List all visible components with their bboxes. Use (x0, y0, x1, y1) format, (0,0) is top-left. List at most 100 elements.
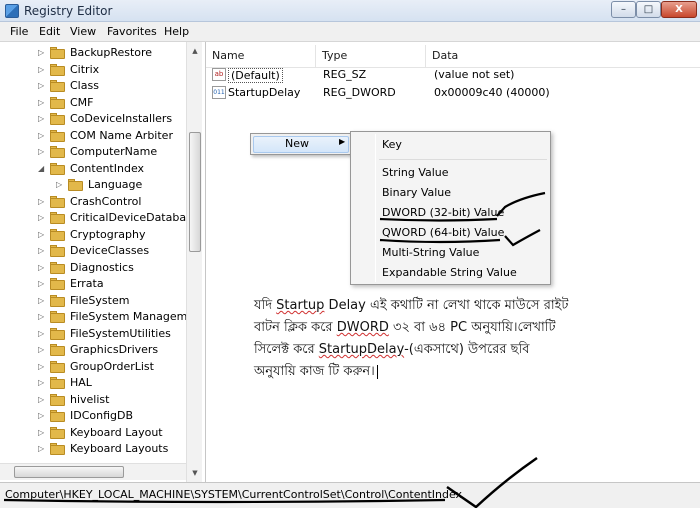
close-button[interactable]: X (661, 1, 697, 18)
tree-item[interactable]: ▷ FileSystem Managemen (0, 309, 201, 325)
tree-item[interactable]: ▷ GroupOrderList (0, 359, 186, 375)
menu-view[interactable]: View (70, 25, 96, 38)
folder-icon (50, 344, 66, 356)
submenu-binary-value[interactable]: Binary Value (382, 186, 451, 199)
tree-item[interactable]: ▷ COM Name Arbiter (0, 128, 186, 144)
collapsed-arrow-icon[interactable]: ▷ (38, 326, 48, 342)
scroll-down-icon[interactable]: ▼ (189, 466, 201, 480)
collapsed-arrow-icon[interactable]: ▷ (38, 408, 48, 424)
tree-item-label: Errata (70, 277, 104, 290)
collapsed-arrow-icon[interactable]: ▷ (38, 425, 48, 441)
folder-icon (50, 377, 66, 389)
collapsed-arrow-icon[interactable]: ▷ (38, 111, 48, 127)
collapsed-arrow-icon[interactable]: ▷ (38, 128, 48, 144)
tree-item-label: DeviceClasses (70, 244, 150, 257)
tree-scroll-thumb[interactable] (189, 132, 201, 252)
menu-help[interactable]: Help (164, 25, 189, 38)
tree-item[interactable]: ◢ ContentIndex (0, 161, 186, 177)
value-row-startupdelay[interactable]: 011 StartupDelay REG_DWORD 0x00009c40 (4… (206, 84, 700, 102)
tree-item[interactable]: ▷ CrashControl (0, 194, 186, 210)
tree-item[interactable]: ▷ Keyboard Layouts (0, 441, 186, 457)
minimize-button[interactable]: – (611, 1, 636, 18)
collapsed-arrow-icon[interactable]: ▷ (38, 95, 48, 111)
submenu-expandable-string-value[interactable]: Expandable String Value (382, 266, 517, 279)
folder-icon (50, 294, 66, 307)
tree-item-label: CrashControl (70, 194, 142, 208)
menu-file[interactable]: File (10, 25, 28, 38)
collapsed-arrow-icon[interactable]: ▷ (38, 276, 48, 292)
menu-separator (379, 159, 547, 160)
collapsed-arrow-icon[interactable]: ▷ (38, 441, 48, 457)
collapsed-arrow-icon[interactable]: ▷ (38, 210, 48, 226)
tree-item[interactable]: ▷ Errata (0, 276, 186, 292)
collapsed-arrow-icon[interactable]: ▷ (38, 227, 48, 243)
tree-item[interactable]: ▷ Keyboard Layout (0, 425, 186, 441)
tree-item-label: BackupRestore (70, 46, 153, 59)
tree-horizontal-scrollbar[interactable] (0, 463, 186, 480)
tree-item[interactable]: ▷ Citrix (0, 62, 186, 78)
submenu-multi-string-value[interactable]: Multi-String Value (382, 246, 479, 259)
tree-item[interactable]: ▷ DeviceClasses (0, 243, 186, 259)
tree-item[interactable]: ▷ Class (0, 78, 186, 94)
column-name[interactable]: Name (206, 45, 316, 67)
title-bar: Registry Editor – □ X (0, 0, 700, 22)
tree-hscroll-thumb[interactable] (14, 466, 124, 478)
submenu-qword-value[interactable]: QWORD (64-bit) Value (382, 226, 504, 239)
folder-icon (50, 63, 66, 76)
tree-item[interactable]: ▷ HAL (0, 375, 186, 391)
column-type[interactable]: Type (316, 45, 426, 67)
tree-item-label: Keyboard Layout (70, 425, 163, 439)
folder-icon (50, 80, 66, 92)
annotation-fragment: বাটন ক্লিক করে (254, 320, 337, 335)
tree-item[interactable]: ▷ BackupRestore (0, 45, 186, 61)
collapsed-arrow-icon[interactable]: ▷ (38, 293, 48, 309)
collapsed-arrow-icon[interactable]: ▷ (38, 375, 48, 391)
submenu-dword-value[interactable]: DWORD (32-bit) Value (382, 206, 504, 219)
tree-item[interactable]: ▷ hivelist (0, 392, 186, 408)
collapsed-arrow-icon[interactable]: ▷ (38, 392, 48, 408)
menu-bar: File Edit View Favorites Help (0, 22, 700, 42)
menu-edit[interactable]: Edit (39, 25, 60, 38)
tree-item-label: CriticalDeviceDatabase (70, 211, 199, 224)
expanded-arrow-icon[interactable]: ◢ (38, 161, 48, 177)
tree-item[interactable]: ▷ Diagnostics (0, 260, 186, 276)
folder-icon (50, 311, 66, 323)
collapsed-arrow-icon[interactable]: ▷ (38, 144, 48, 160)
tree-item[interactable]: ▷ FileSystem (0, 293, 186, 309)
tree-item-label: IDConfigDB (70, 409, 134, 422)
collapsed-arrow-icon[interactable]: ▷ (38, 359, 48, 375)
submenu-key[interactable]: Key (382, 138, 402, 151)
collapsed-arrow-icon[interactable]: ▷ (38, 342, 48, 358)
value-type: REG_SZ (323, 68, 367, 81)
collapsed-arrow-icon[interactable]: ▷ (38, 260, 48, 276)
tree-item[interactable]: ▷ CriticalDeviceDatabase (0, 210, 199, 226)
collapsed-arrow-icon[interactable]: ▷ (38, 45, 48, 61)
folder-icon (50, 245, 66, 257)
folder-icon (50, 278, 66, 290)
menu-favorites[interactable]: Favorites (107, 25, 157, 38)
maximize-button[interactable]: □ (636, 1, 661, 18)
registry-tree[interactable]: ▷ BackupRestore ▷ Citrix ▷ Class ▷ CMF ▷ CoDevice… (0, 42, 202, 482)
column-data[interactable]: Data (426, 45, 700, 67)
collapsed-arrow-icon[interactable]: ▷ (38, 194, 48, 210)
tree-item[interactable]: ▷ CMF (0, 95, 186, 111)
scroll-up-icon[interactable]: ▲ (189, 44, 201, 58)
tree-item[interactable]: ▷ Language (0, 177, 186, 193)
tree-vertical-scrollbar[interactable]: ▲ ▼ (186, 42, 202, 482)
collapsed-arrow-icon[interactable]: ▷ (38, 78, 48, 94)
status-path: Computer\HKEY_LOCAL_MACHINE\SYSTEM\Curre… (5, 488, 463, 501)
submenu-string-value[interactable]: String Value (382, 166, 449, 179)
collapsed-arrow-icon[interactable]: ▷ (56, 177, 66, 193)
tree-item[interactable]: ▷ FileSystemUtilities (0, 326, 186, 342)
value-row-default[interactable]: ab (Default) REG_SZ (value not set) (206, 66, 700, 84)
collapsed-arrow-icon[interactable]: ▷ (38, 62, 48, 78)
collapsed-arrow-icon[interactable]: ▷ (38, 309, 48, 325)
tree-item[interactable]: ▷ ComputerName (0, 144, 186, 160)
value-name: (Default) (228, 68, 283, 83)
tree-item[interactable]: ▷ Cryptography (0, 227, 186, 243)
collapsed-arrow-icon[interactable]: ▷ (38, 243, 48, 259)
tree-item[interactable]: ▷ CoDeviceInstallers (0, 111, 186, 127)
tree-item-label: CoDeviceInstallers (70, 112, 173, 125)
tree-item[interactable]: ▷ GraphicsDrivers (0, 342, 186, 358)
tree-item[interactable]: ▷ IDConfigDB (0, 408, 186, 424)
